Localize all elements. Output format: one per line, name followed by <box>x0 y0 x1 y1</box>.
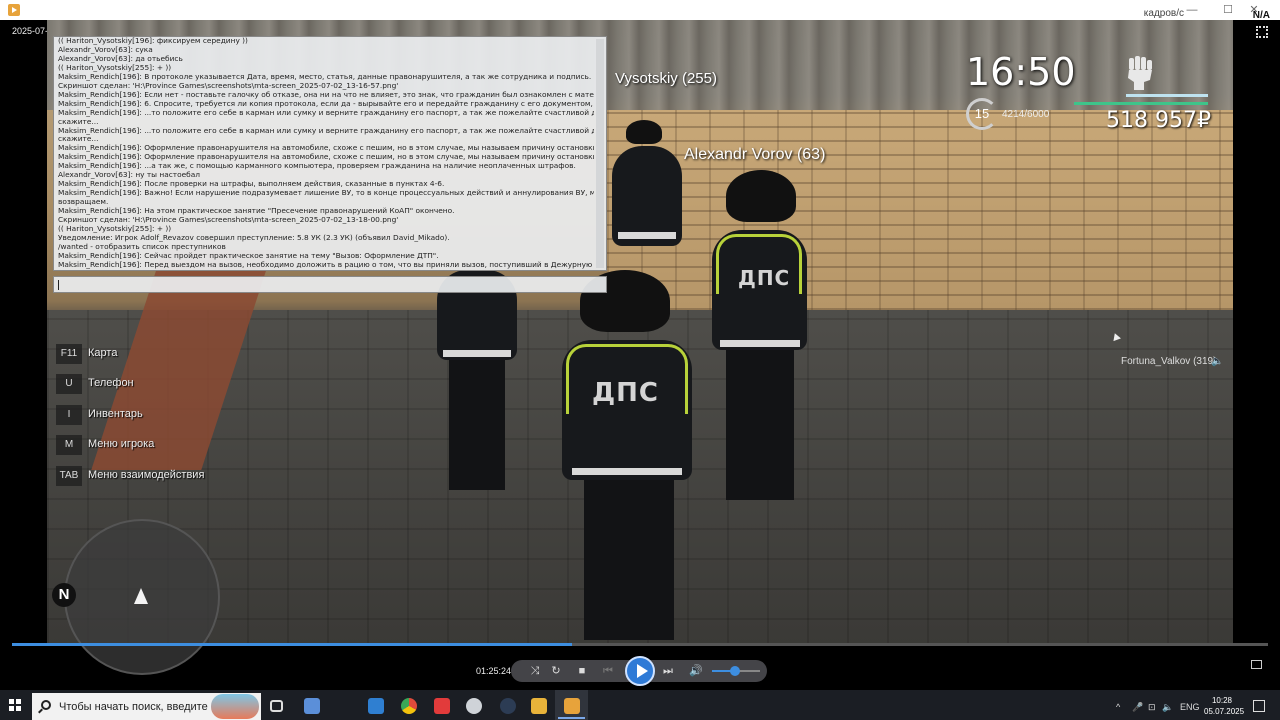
stop-icon[interactable]: ■ <box>574 664 590 678</box>
fullscreen-icon[interactable] <box>1256 26 1268 38</box>
keybind-label: Телефон <box>88 377 134 390</box>
tray-clock[interactable]: 10:28 05.07.2025 <box>1204 695 1245 717</box>
maximize-button[interactable]: ☐ <box>1218 2 1238 18</box>
volume-slider-knob[interactable] <box>730 666 740 676</box>
steam-icon[interactable] <box>500 698 516 714</box>
window-titlebar: кадров/с — ☐ ✕ <box>0 0 1280 20</box>
network-icon[interactable]: ⊡ <box>1148 702 1156 713</box>
keybind-label: Меню игрока <box>88 438 155 451</box>
search-icon <box>41 700 51 710</box>
chat-input[interactable] <box>53 276 607 293</box>
mini-player-icon[interactable] <box>1251 660 1262 669</box>
search-highlight-image <box>211 694 259 719</box>
nametag-vysotskiy: Vysotskiy (255) <box>615 70 717 87</box>
media-player-icon[interactable] <box>564 698 580 714</box>
speaker-icon: 🔈 <box>1211 356 1224 367</box>
chat-line: Maksim_Rendich[196]: ...то положите его … <box>58 125 594 135</box>
app-red-icon[interactable] <box>434 698 450 714</box>
explorer-icon[interactable] <box>531 698 547 714</box>
text-caret <box>58 280 59 290</box>
chat-window[interactable]: (( Hariton_Vysotskiy[196]: фиксируем сер… <box>53 36 607 271</box>
tray-date: 05.07.2025 <box>1204 707 1245 716</box>
next-icon[interactable]: ⏭ <box>660 664 676 678</box>
keybind-key: I <box>56 404 82 425</box>
microphone-icon[interactable]: 🎤 <box>1132 702 1143 713</box>
media-player-app-icon <box>8 4 20 16</box>
xp-text: 4214/6000 <box>1002 109 1050 120</box>
chat-line: Maksim_Rendich[196]: Перед выездом на вы… <box>58 259 594 269</box>
game-clock: 16:50 <box>966 50 1076 94</box>
notifications-icon[interactable] <box>1253 700 1265 712</box>
windows-start-icon[interactable] <box>9 699 21 711</box>
seek-bar-progress <box>12 643 572 646</box>
tray-volume-icon[interactable]: 🔈 <box>1162 702 1173 713</box>
keybind-label: Меню взаимодействия <box>88 468 205 481</box>
vscode-icon[interactable] <box>368 698 384 714</box>
player-arrow-icon <box>134 588 148 604</box>
window-title: кадров/с <box>1143 8 1184 19</box>
money: 518 957₽ <box>1106 108 1211 133</box>
repeat-icon[interactable]: ↻ <box>548 664 564 678</box>
level-number: 15 <box>974 106 990 121</box>
unity-icon[interactable] <box>304 698 320 714</box>
north-indicator: N <box>52 583 76 607</box>
previous-icon[interactable]: ⏮ <box>600 664 616 678</box>
volume-icon[interactable]: 🔊 <box>688 664 704 678</box>
play-button[interactable] <box>625 656 655 686</box>
brick-wall <box>607 110 1233 310</box>
keybind-label: Инвентарь <box>88 407 143 420</box>
nametag-vorov: Alexandr Vorov (63) <box>684 146 826 163</box>
keybind-label: Карта <box>88 347 118 359</box>
tray-chevron-icon[interactable]: ^ <box>1116 702 1120 712</box>
fist-icon <box>1128 56 1152 90</box>
uniform-text-front: ДПС <box>592 378 659 408</box>
keybind-key: M <box>56 435 82 456</box>
screen: кадров/с — ☐ ✕ N/A 2025-07-02 11-53-18 <box>0 0 1280 720</box>
task-view-icon[interactable] <box>270 700 283 712</box>
chat-scrollbar[interactable] <box>596 39 604 268</box>
health-bar <box>1074 102 1208 105</box>
chat-line: Maksim_Rendich[196]: Важно! Если нарушен… <box>58 188 594 198</box>
chat-log: (( Hariton_Vysotskiy[196]: фиксируем сер… <box>58 37 594 270</box>
uniform-text-right: ДПС <box>738 266 791 290</box>
keybind-key: U <box>56 374 82 395</box>
cloud-icon[interactable] <box>466 698 482 714</box>
chrome-icon[interactable] <box>401 698 417 714</box>
chat-line: Maksim_Rendich[196]: ...то положите его … <box>58 107 594 117</box>
elapsed-time: 01:25:24 <box>476 666 512 676</box>
keybind-key: F11 <box>56 344 82 364</box>
nearby-player: Fortuna_Valkov (319) <box>1121 356 1217 367</box>
search-placeholder: Чтобы начать поиск, введите <box>59 701 208 713</box>
minimize-button[interactable]: — <box>1182 2 1202 18</box>
active-app-underline <box>558 717 585 719</box>
shuffle-icon[interactable]: ⤨ <box>527 664 543 678</box>
armor-bar <box>1126 94 1208 97</box>
keybind-key: TAB <box>56 465 82 486</box>
tray-time: 10:28 <box>1211 696 1233 705</box>
language-indicator[interactable]: ENG <box>1180 702 1200 712</box>
